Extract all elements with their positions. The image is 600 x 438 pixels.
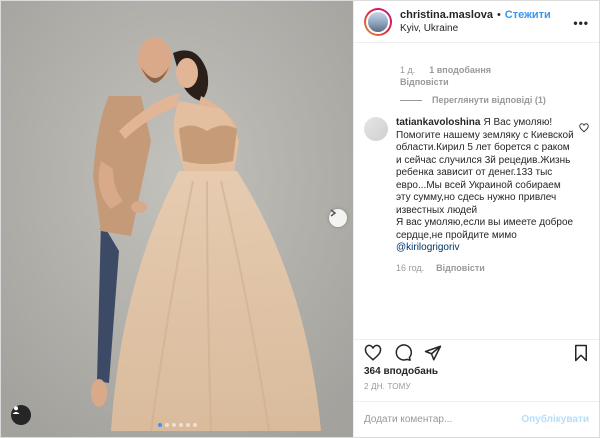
comment-icon[interactable]	[394, 343, 412, 362]
more-options-icon[interactable]: •••	[573, 16, 589, 30]
post-details-panel: christina.maslova • Стежити Kyiv, Ukrain…	[353, 1, 599, 437]
author-username[interactable]: christina.maslova	[400, 9, 493, 22]
comment-reply-button[interactable]: Відповісти	[436, 263, 485, 273]
user-icon	[12, 406, 20, 414]
commenter-username[interactable]: tatiankavoloshina	[396, 117, 480, 128]
author-avatar[interactable]	[364, 7, 392, 36]
prev-comment-likes[interactable]: 1 вподобання	[429, 65, 491, 75]
prev-comment-meta: 1 д. 1 вподобання	[400, 65, 589, 75]
post-photo[interactable]	[1, 1, 353, 437]
view-replies-button[interactable]: Переглянути відповіді (1)	[400, 95, 589, 105]
carousel-dot	[171, 423, 176, 427]
header-separator: •	[496, 8, 501, 21]
carousel-dot	[157, 423, 162, 427]
header-text: christina.maslova • Стежити Kyiv, Ukrain…	[400, 9, 551, 35]
view-replies-label: Переглянути відповіді (1)	[432, 95, 546, 105]
carousel-dot	[178, 423, 183, 427]
prev-comment-reply[interactable]: Відповісти	[400, 77, 589, 87]
comments-list[interactable]: 1 д. 1 вподобання Відповісти Переглянути…	[354, 65, 599, 335]
post-header: christina.maslova • Стежити Kyiv, Ukrain…	[354, 1, 599, 43]
follow-button[interactable]: Стежити	[505, 9, 551, 22]
actions-left	[364, 343, 442, 362]
likes-count[interactable]: 364 вподобань	[364, 366, 438, 377]
carousel-dot	[164, 423, 169, 427]
carousel-dot	[192, 423, 197, 427]
next-photo-button[interactable]	[329, 209, 347, 227]
comment-mention[interactable]: @kirilogrigoriv	[396, 242, 460, 253]
comment-age: 16 год.	[396, 262, 425, 273]
instagram-post: christina.maslova • Стежити Kyiv, Ukrain…	[0, 0, 600, 438]
commenter-avatar[interactable]	[364, 117, 388, 141]
comment-meta: 16 год. Відповісти	[396, 263, 589, 273]
chevron-right-icon	[330, 209, 337, 217]
share-icon[interactable]	[424, 344, 442, 362]
post-date: 2 ДН. ТОМУ	[364, 382, 411, 391]
avatar-image	[366, 9, 390, 34]
add-comment-form: Опублікувати	[354, 401, 599, 437]
like-comment-heart-icon[interactable]	[579, 123, 589, 133]
header-top-line: christina.maslova • Стежити	[400, 9, 551, 22]
couple-photo-illustration	[1, 1, 353, 437]
bookmark-icon[interactable]	[573, 344, 589, 362]
carousel-dots	[1, 423, 353, 427]
publish-button[interactable]: Опублікувати	[521, 414, 589, 425]
tagged-user-button[interactable]	[11, 405, 31, 425]
replies-line	[400, 99, 422, 101]
prev-comment-age: 1 д.	[400, 65, 416, 75]
comment-input[interactable]	[364, 414, 522, 425]
comment-text: Я Вас умоляю! Помогите нашему земляку с …	[396, 117, 574, 241]
heart-icon[interactable]	[364, 344, 382, 362]
carousel-dot	[185, 423, 190, 427]
post-location[interactable]: Kyiv, Ukraine	[400, 22, 551, 35]
comment-item: tatiankavoloshina Я Вас умоляю! Помогите …	[364, 117, 589, 255]
post-actions	[354, 339, 599, 361]
comment-body: tatiankavoloshina Я Вас умоляю! Помогите …	[396, 117, 574, 255]
